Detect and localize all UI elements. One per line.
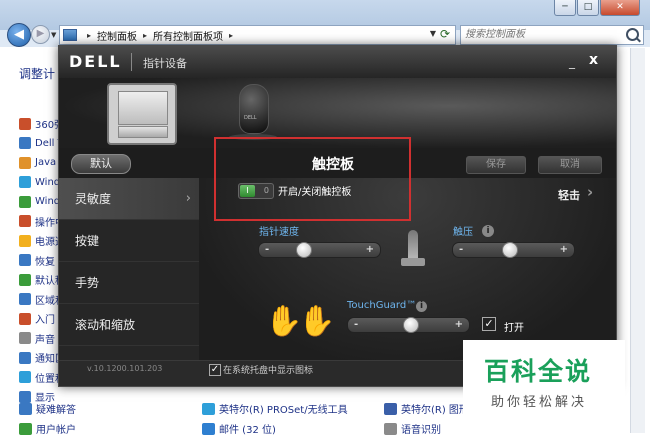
chevron-right-icon[interactable]: ▸ xyxy=(229,31,233,40)
breadcrumb-all-items[interactable]: 所有控制面板项 xyxy=(153,28,223,43)
maximize-button[interactable]: □ xyxy=(577,0,599,16)
default-button[interactable]: 默认 xyxy=(71,154,131,174)
mouse-brand-label: DELL xyxy=(244,115,257,121)
control-panel-item-icon xyxy=(19,234,31,247)
list-item[interactable]: 用户帐户 xyxy=(19,421,76,436)
plus-icon[interactable]: + xyxy=(560,243,568,256)
chevron-right-icon[interactable]: ▸ xyxy=(87,31,91,40)
window-controls: ─ □ ✕ xyxy=(554,0,640,17)
tap-link[interactable]: 轻击 xyxy=(558,187,580,203)
version-text: v.10.1200.101.203 xyxy=(87,364,163,373)
control-panel-item-icon xyxy=(19,371,31,384)
dialog-title: 指针设备 xyxy=(143,57,187,70)
address-bar[interactable]: ▸ 控制面板 ▸ 所有控制面板项 ▸ xyxy=(59,25,456,45)
settings-sidebar: 灵敏度 › 按键 手势 滚动和缩放 xyxy=(59,178,199,360)
control-panel-icon xyxy=(63,29,77,41)
mouse-device-icon[interactable]: DELL xyxy=(239,84,269,134)
minimize-button[interactable]: ─ xyxy=(554,0,576,16)
control-panel-item-icon xyxy=(19,156,31,169)
palm-hands-icon: ✋✋ xyxy=(265,304,336,339)
pointing-device-dialog: DELL 指针设备 _ x DELL 默认 触控板 保存 取消 灵敏度 › 按键 … xyxy=(58,45,617,387)
control-panel-item-icon xyxy=(19,176,31,189)
troubleshoot-icon xyxy=(19,402,32,415)
pointer-speed-slider[interactable]: - + xyxy=(258,242,381,258)
finger-pressure-base xyxy=(401,258,425,266)
highlight-box xyxy=(214,137,411,221)
control-panel-item-icon xyxy=(19,351,31,364)
plus-icon[interactable]: + xyxy=(366,243,374,256)
graphics-icon xyxy=(384,402,397,415)
speech-icon xyxy=(384,422,397,435)
control-panel-item-icon xyxy=(19,293,31,306)
control-panel-item-icon xyxy=(19,332,31,345)
sidebar-item-scroll-zoom[interactable]: 滚动和缩放 xyxy=(59,304,199,346)
control-panel-item-icon xyxy=(19,254,31,267)
tray-icon-checkbox[interactable]: ✓ xyxy=(209,364,221,376)
recent-pages-dropdown[interactable]: ▼ xyxy=(51,31,56,39)
list-item[interactable]: 英特尔(R) 图形 xyxy=(384,401,469,416)
finger-pressure-icon xyxy=(408,230,418,260)
watermark-subtitle: 助你轻松解决 xyxy=(491,395,588,410)
chevron-right-icon[interactable]: › xyxy=(587,183,593,201)
mail-icon xyxy=(202,422,215,435)
touchpad-device-icon[interactable] xyxy=(107,83,177,145)
info-icon[interactable]: i xyxy=(416,301,427,312)
pressure-label: 触压 xyxy=(453,227,473,238)
plus-icon[interactable]: + xyxy=(455,318,463,331)
pressure-slider[interactable]: - + xyxy=(452,242,575,258)
refresh-icon[interactable]: ⟳ xyxy=(437,25,453,43)
breadcrumb-control-panel[interactable]: 控制面板 xyxy=(97,28,137,43)
control-panel-item-icon xyxy=(19,273,31,286)
back-button[interactable]: ◀ xyxy=(7,23,31,47)
watermark-title: 百科全说 xyxy=(484,357,593,386)
close-button[interactable]: ✕ xyxy=(600,0,640,16)
close-button[interactable]: x xyxy=(589,52,598,68)
save-button[interactable]: 保存 xyxy=(466,156,526,174)
pointer-speed-label: 指针速度 xyxy=(259,227,299,238)
sidebar-item-gestures[interactable]: 手势 xyxy=(59,262,199,304)
touchguard-slider[interactable]: - + xyxy=(347,317,470,333)
divider xyxy=(131,53,132,71)
forward-button[interactable]: ▶ xyxy=(31,25,50,44)
touchguard-checkbox[interactable]: ✓ xyxy=(482,317,496,331)
minus-icon[interactable]: - xyxy=(265,243,269,256)
list-item[interactable]: 语音识别 xyxy=(384,421,441,436)
chevron-right-icon: › xyxy=(185,191,191,206)
slider-thumb[interactable] xyxy=(295,242,312,258)
list-item[interactable]: 邮件 (32 位) xyxy=(202,421,276,436)
search-icon[interactable] xyxy=(626,28,639,41)
cancel-button[interactable]: 取消 xyxy=(538,156,602,174)
sidebar-item-buttons[interactable]: 按键 xyxy=(59,220,199,262)
search-input[interactable] xyxy=(461,26,624,42)
chevron-right-icon[interactable]: ▸ xyxy=(143,31,147,40)
control-panel-item-icon xyxy=(19,215,31,228)
minus-icon[interactable]: - xyxy=(459,243,463,256)
user-accounts-icon xyxy=(19,422,32,435)
control-panel-item-icon xyxy=(19,312,31,325)
control-panel-item-icon xyxy=(19,195,31,208)
search-box[interactable] xyxy=(460,25,644,45)
list-item[interactable]: 疑难解答 xyxy=(19,401,76,416)
minus-icon[interactable]: - xyxy=(354,318,358,331)
control-panel-item-icon xyxy=(19,117,31,130)
info-icon[interactable]: i xyxy=(482,225,494,237)
dell-logo: DELL xyxy=(69,52,122,71)
sidebar-item-sensitivity[interactable]: 灵敏度 › xyxy=(59,178,199,220)
touchguard-label: TouchGuard™ xyxy=(347,300,417,311)
minimize-button[interactable]: _ xyxy=(569,55,575,69)
wireless-icon xyxy=(202,402,215,415)
touchguard-checkbox-label: 打开 xyxy=(504,323,524,334)
list-item[interactable]: 英特尔(R) PROSet/无线工具 xyxy=(202,401,348,416)
control-panel-item-icon xyxy=(19,137,31,150)
vertical-scrollbar[interactable] xyxy=(630,48,645,433)
tray-icon-label: 在系统托盘中显示图标 xyxy=(223,366,314,376)
page-heading: 调整计 xyxy=(19,67,56,81)
slider-thumb[interactable] xyxy=(403,317,420,333)
slider-thumb[interactable] xyxy=(502,242,519,258)
